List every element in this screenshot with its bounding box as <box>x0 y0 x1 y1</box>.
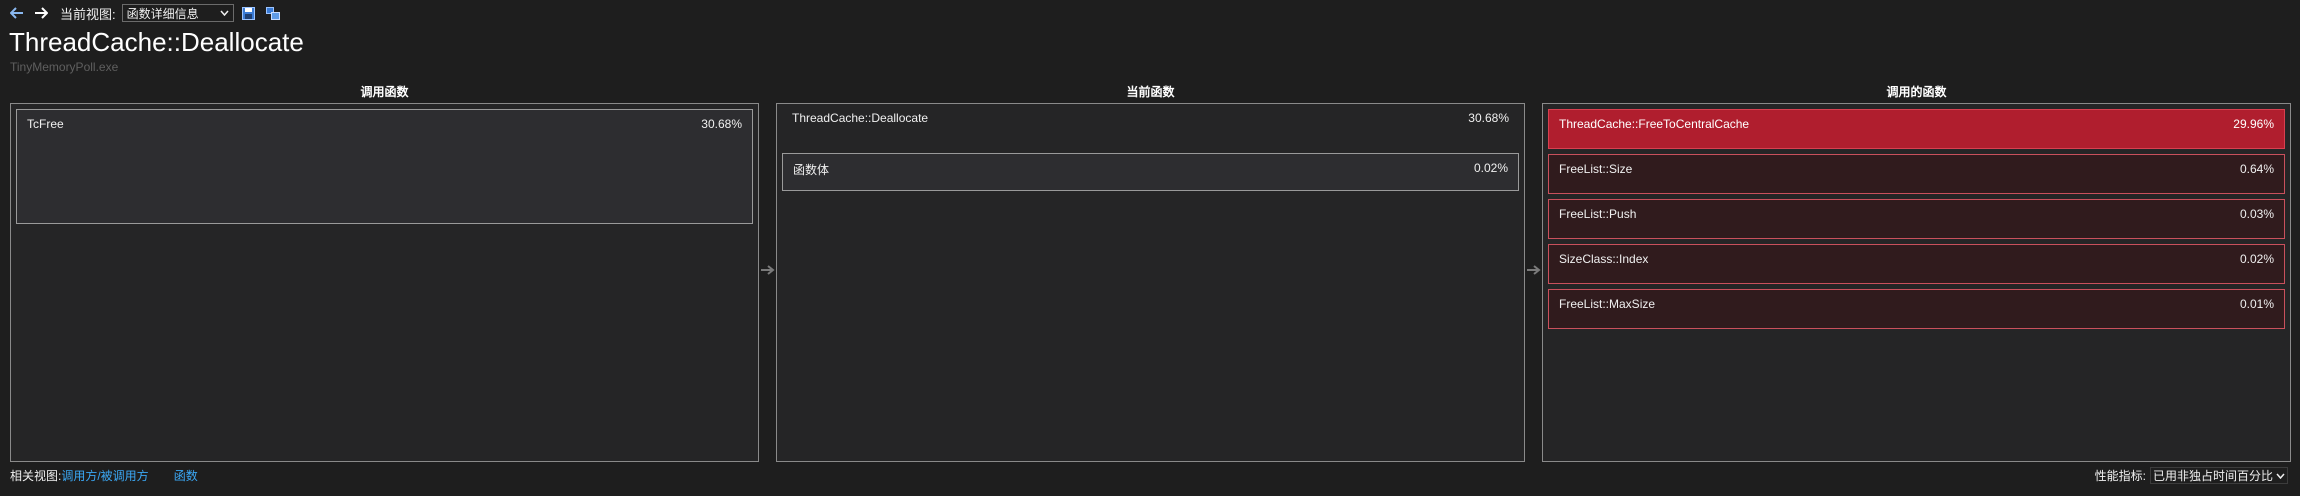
metric-select[interactable]: 已用非独占时间百分比 <box>2149 467 2288 484</box>
callee-item[interactable]: FreeList::MaxSize 0.01% <box>1548 289 2285 329</box>
caller-callee-link[interactable]: 调用方/被调用方 <box>61 467 148 484</box>
current-function-panel: ThreadCache::Deallocate 30.68% 函数体 0.02% <box>776 103 1525 462</box>
metric-label: 性能指标: <box>2094 469 2146 483</box>
callers-panel: TcFree 30.68% <box>10 103 759 462</box>
function-body-item[interactable]: 函数体 0.02% <box>782 153 1519 191</box>
view-label: 当前视图: <box>60 6 116 22</box>
current-function-percent: 30.68% <box>1468 111 1509 125</box>
callee-percent: 0.03% <box>2239 207 2274 221</box>
metric-select-value: 已用非独占时间百分比 <box>2152 469 2273 483</box>
callee-item[interactable]: FreeList::Size 0.64% <box>1548 154 2285 194</box>
view-select-value: 函数详细信息 <box>126 6 199 21</box>
callee-percent: 0.01% <box>2239 297 2274 311</box>
function-body-percent: 0.02% <box>1473 161 1508 175</box>
caller-item[interactable]: TcFree 30.68% <box>16 109 753 224</box>
current-header: 当前函数 <box>1126 85 1175 99</box>
callee-item[interactable]: ThreadCache::FreeToCentralCache 29.96% <box>1548 109 2285 149</box>
related-views: 相关视图: 调用方/被调用方 函数 <box>10 467 198 484</box>
chevron-down-icon <box>2276 473 2285 479</box>
flow-arrow-icon <box>761 265 775 275</box>
callee-percent: 0.02% <box>2239 252 2274 266</box>
export-icon[interactable] <box>264 4 282 22</box>
chevron-down-icon <box>220 10 229 16</box>
metric-selector: 性能指标: 已用非独占时间百分比 <box>2095 467 2288 484</box>
callee-item[interactable]: SizeClass::Index 0.02% <box>1548 244 2285 284</box>
back-arrow-icon[interactable] <box>8 4 26 22</box>
caller-name: TcFree <box>27 117 64 131</box>
process-name: TinyMemoryPoll.exe <box>10 60 119 74</box>
functions-link[interactable]: 函数 <box>174 467 198 484</box>
toolbar: 当前视图: 函数详细信息 <box>8 3 282 23</box>
callee-percent: 0.64% <box>2239 162 2274 176</box>
callee-name: FreeList::Size <box>1559 162 1633 176</box>
callee-percent: 29.96% <box>2233 117 2274 131</box>
callee-name: ThreadCache::FreeToCentralCache <box>1559 117 1750 131</box>
callees-panel: ThreadCache::FreeToCentralCache 29.96% F… <box>1542 103 2291 462</box>
callee-item[interactable]: FreeList::Push 0.03% <box>1548 199 2285 239</box>
function-body-name: 函数体 <box>793 163 830 177</box>
current-function-item[interactable]: ThreadCache::Deallocate 30.68% <box>782 104 1519 144</box>
current-function-name: ThreadCache::Deallocate <box>792 111 929 125</box>
page-title: ThreadCache::Deallocate <box>9 27 304 57</box>
flow-arrow-icon <box>1527 265 1541 275</box>
callee-name: FreeList::MaxSize <box>1559 297 1656 311</box>
related-views-label: 相关视图: <box>10 469 62 483</box>
view-select[interactable]: 函数详细信息 <box>121 4 234 22</box>
save-icon[interactable] <box>240 4 258 22</box>
callees-header: 调用的函数 <box>1886 85 1947 99</box>
caller-percent: 30.68% <box>701 117 742 131</box>
callers-header: 调用函数 <box>360 85 409 99</box>
callee-name: SizeClass::Index <box>1559 252 1649 266</box>
callee-name: FreeList::Push <box>1559 207 1637 221</box>
forward-arrow-icon[interactable] <box>32 4 50 22</box>
